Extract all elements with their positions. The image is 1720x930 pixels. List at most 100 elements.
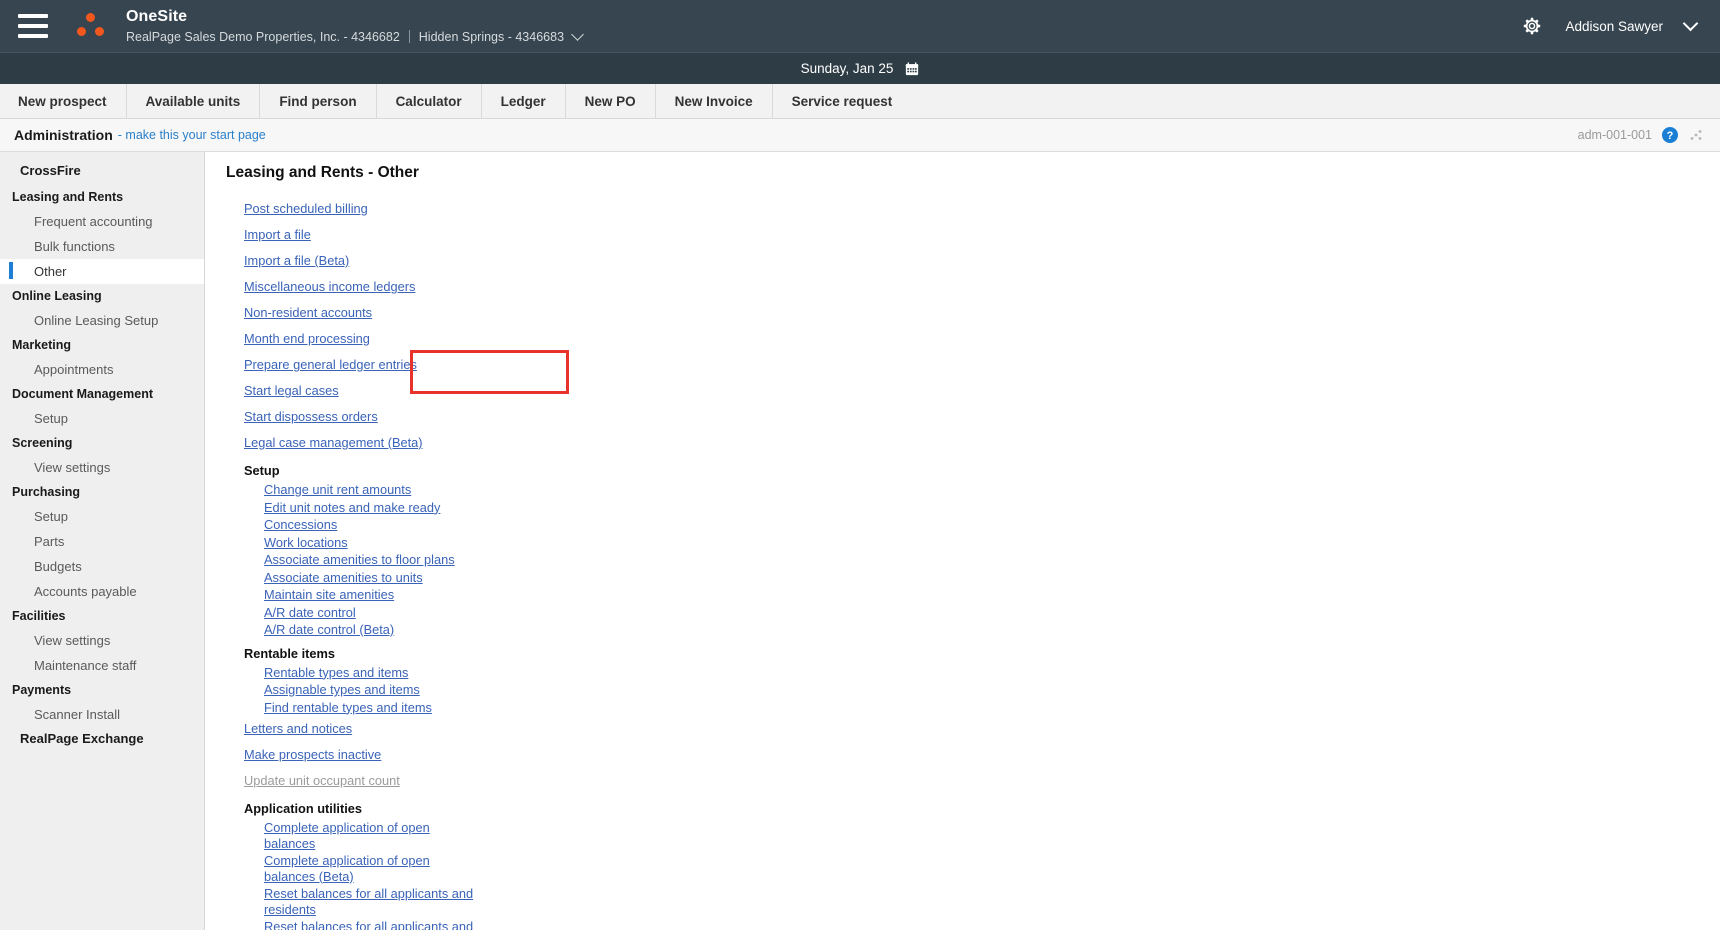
main-content: Leasing and Rents - Other Post scheduled… — [205, 152, 1720, 930]
sidebar-item-bulk-functions[interactable]: Bulk functions — [0, 234, 204, 259]
property-context[interactable]: RealPage Sales Demo Properties, Inc. - 4… — [126, 28, 584, 45]
link-import-a-file-beta-[interactable]: Import a file (Beta) — [226, 248, 349, 274]
page-title: Administration — [14, 127, 113, 143]
sublink-complete-application-of-open-balances[interactable]: Complete application of open balances — [226, 819, 476, 852]
svg-text:?: ? — [1667, 130, 1674, 142]
link-non-resident-accounts[interactable]: Non-resident accounts — [226, 300, 372, 326]
link-row: Post scheduled billing — [226, 196, 1720, 222]
sublink-a-r-date-control[interactable]: A/R date control — [226, 604, 476, 622]
sidebar-group-leasing-and-rents: Leasing and Rents — [12, 190, 124, 204]
hamburger-menu-icon[interactable] — [18, 14, 48, 38]
link-row: Miscellaneous income ledgers — [226, 274, 1720, 300]
app-title: OneSite — [126, 7, 188, 25]
sidebar-item-view-settings[interactable]: View settings — [0, 455, 204, 480]
current-date-label: Sunday, Jan 25 — [800, 61, 894, 76]
sidebar-group-document-management: Document Management — [12, 387, 153, 401]
sublink-edit-unit-notes-and-make-ready[interactable]: Edit unit notes and make ready — [226, 499, 476, 517]
link-prepare-general-ledger-entries[interactable]: Prepare general ledger entries — [226, 352, 417, 378]
brand-block: OneSite RealPage Sales Demo Properties, … — [126, 7, 584, 45]
date-bar: Sunday, Jan 25 — [0, 52, 1720, 84]
help-question-icon[interactable]: ? — [1662, 127, 1678, 143]
link-start-dispossess-orders[interactable]: Start dispossess orders — [226, 404, 378, 430]
page-header-bar: Administration - make this your start pa… — [0, 119, 1720, 152]
sidebar-item-accounts-payable[interactable]: Accounts payable — [0, 579, 204, 604]
link-row: Non-resident accounts — [226, 300, 1720, 326]
section-heading-setup: Setup — [244, 463, 280, 478]
screen-code-label: adm-001-001 — [1577, 128, 1652, 142]
company-name: RealPage Sales Demo Properties, Inc. - 4… — [126, 29, 400, 44]
link-import-a-file[interactable]: Import a file — [226, 222, 311, 248]
sidebar-item-maintenance-staff[interactable]: Maintenance staff — [0, 653, 204, 678]
sidebar-item-frequent-accounting[interactable]: Frequent accounting — [0, 209, 204, 234]
section-heading-rentable-items: Rentable items — [244, 645, 336, 661]
quicknav-item-available-units[interactable]: Available units — [127, 84, 261, 118]
user-name-label: Addison Sawyer — [1565, 18, 1663, 34]
page-body: CrossFire Leasing and Rents Frequent accou… — [0, 152, 1720, 930]
sidebar-group-payments: Payments — [12, 683, 72, 697]
quicknav-item-new-po[interactable]: New PO — [566, 84, 656, 118]
quicknav-item-ledger[interactable]: Ledger — [482, 84, 566, 118]
link-letters-and-notices[interactable]: Letters and notices — [226, 716, 352, 742]
sidebar-item-online-leasing-setup[interactable]: Online Leasing Setup — [0, 308, 204, 333]
link-row: Start legal cases — [226, 378, 1720, 404]
quicknav-item-service-request[interactable]: Service request — [773, 84, 912, 118]
page-header-actions: adm-001-001 ? — [1578, 127, 1704, 143]
calendar-icon[interactable] — [905, 62, 919, 76]
sidebar-item-setup[interactable]: Setup — [0, 504, 204, 529]
link-post-scheduled-billing[interactable]: Post scheduled billing — [226, 196, 368, 222]
link-make-prospects-inactive[interactable]: Make prospects inactive — [226, 742, 381, 768]
app-header: OneSite RealPage Sales Demo Properties, … — [0, 0, 1720, 52]
sublink-change-unit-rent-amounts[interactable]: Change unit rent amounts — [226, 481, 476, 499]
quicknav-item-new-prospect[interactable]: New prospect — [4, 84, 127, 118]
link-month-end-processing[interactable]: Month end processing — [226, 326, 370, 352]
more-dots-icon[interactable] — [1688, 127, 1704, 143]
link-row: Month end processing — [226, 326, 1720, 352]
quick-nav-bar: New prospect Available units Find person Ca… — [0, 84, 1720, 119]
link-row: Import a file — [226, 222, 1720, 248]
sublink-reset-balances-for-all-applicants-and-residents[interactable]: Reset balances for all applicants and re… — [226, 885, 476, 918]
sidebar-item-other[interactable]: Other — [0, 259, 204, 284]
property-name: Hidden Springs - 4346683 — [418, 29, 565, 44]
quicknav-item-find-person[interactable]: Find person — [260, 84, 377, 118]
sidebar-item-budgets[interactable]: Budgets — [0, 554, 204, 579]
make-start-page-link[interactable]: - make this your start page — [118, 128, 266, 142]
sublink-find-rentable-types-and-items[interactable]: Find rentable types and items — [226, 699, 476, 717]
link-row: Make prospects inactive — [226, 742, 1720, 768]
link-miscellaneous-income-ledgers[interactable]: Miscellaneous income ledgers — [226, 274, 415, 300]
sublink-reset-balances-for-all-applicants-and-residents-beta-[interactable]: Reset balances for all applicants and re… — [226, 918, 476, 930]
sidebar-group-crossfire: CrossFire — [20, 163, 81, 178]
sidebar-item-parts[interactable]: Parts — [0, 529, 204, 554]
sublink-work-locations[interactable]: Work locations — [226, 534, 476, 552]
sidebar-item-setup[interactable]: Setup — [0, 406, 204, 431]
link-row: Import a file (Beta) — [226, 248, 1720, 274]
section-heading-application-utilities: Application utilities — [244, 801, 363, 816]
sublink-associate-amenities-to-units[interactable]: Associate amenities to units — [226, 569, 476, 587]
link-list: Post scheduled billing Import a file Impor… — [226, 196, 1720, 930]
sublink-rentable-types-and-items[interactable]: Rentable types and items — [226, 664, 476, 682]
link-row: Letters and notices — [226, 716, 1720, 742]
sublink-concessions[interactable]: Concessions — [226, 516, 476, 534]
sidebar-item-scanner-install[interactable]: Scanner Install — [0, 702, 204, 727]
header-actions: Addison Sawyer — [1521, 15, 1702, 37]
sublink-complete-application-of-open-balances-beta-[interactable]: Complete application of open balances (B… — [226, 852, 476, 885]
link-row: Prepare general ledger entries — [226, 352, 1720, 378]
link-row: Start dispossess orders — [226, 404, 1720, 430]
sidebar-item-appointments[interactable]: Appointments — [0, 357, 204, 382]
sidebar-group-realpage-exchange: RealPage Exchange — [20, 731, 144, 746]
link-update-unit-occupant-count: Update unit occupant count — [244, 773, 400, 788]
link-start-legal-cases[interactable]: Start legal cases — [226, 378, 339, 404]
sidebar-item-view-settings[interactable]: View settings — [0, 628, 204, 653]
sublink-associate-amenities-to-floor-plans[interactable]: Associate amenities to floor plans — [226, 551, 476, 569]
sublink-maintain-site-amenities[interactable]: Maintain site amenities — [226, 586, 476, 604]
chevron-down-icon[interactable] — [571, 28, 584, 41]
quicknav-item-new-invoice[interactable]: New Invoice — [656, 84, 773, 118]
sublink-a-r-date-control-beta-[interactable]: A/R date control (Beta) — [226, 621, 476, 639]
link-row: Legal case management (Beta) — [226, 430, 1720, 456]
sublink-assignable-types-and-items[interactable]: Assignable types and items — [226, 681, 476, 699]
quicknav-item-calculator[interactable]: Calculator — [377, 84, 482, 118]
gear-icon[interactable] — [1521, 15, 1543, 37]
left-sidebar: CrossFire Leasing and Rents Frequent accou… — [0, 152, 205, 930]
user-menu-chevron-down-icon[interactable] — [1682, 15, 1699, 32]
link-legal-case-management-beta-[interactable]: Legal case management (Beta) — [226, 430, 423, 456]
context-divider — [408, 30, 410, 43]
